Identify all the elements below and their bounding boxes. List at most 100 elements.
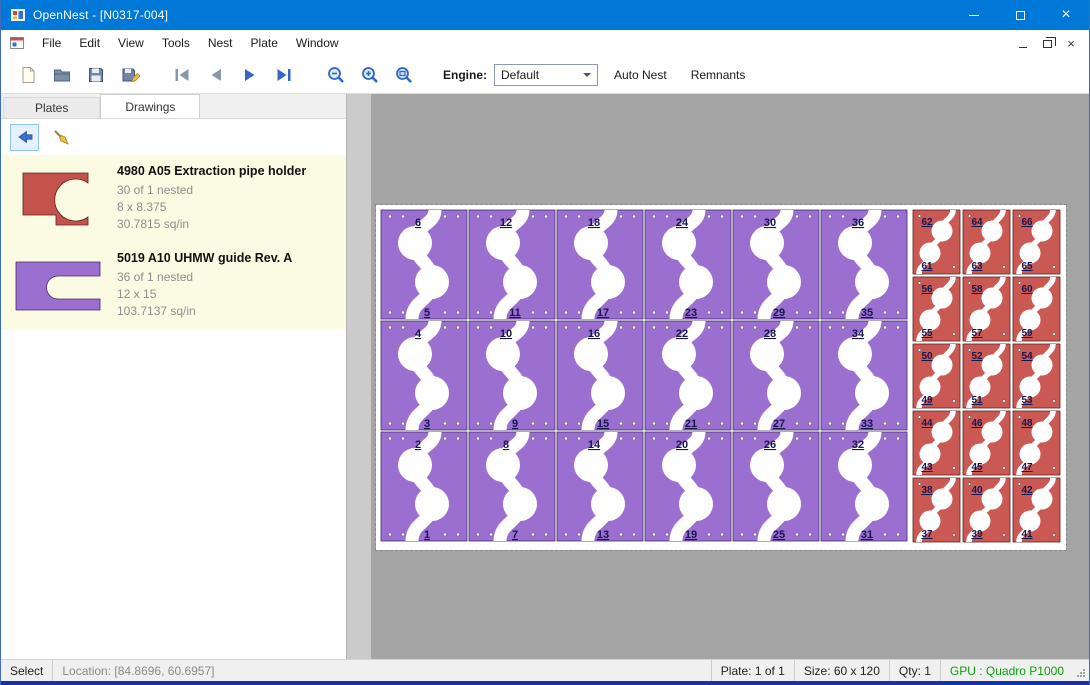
clear-drawings-button[interactable]	[46, 124, 75, 151]
nest-part-pair-red[interactable]: 42 41	[1013, 478, 1060, 542]
svg-text:11: 11	[509, 307, 521, 319]
return-part-button[interactable]	[10, 124, 39, 151]
nest-part-pair-purple[interactable]: 2827	[733, 321, 819, 430]
svg-text:42: 42	[1021, 485, 1033, 496]
list-item-part[interactable]: 5019 A10 UHMW guide Rev. A 36 of 1 neste…	[1, 242, 346, 329]
tab-drawings[interactable]: Drawings	[100, 94, 200, 118]
zoom-fit-button[interactable]	[389, 60, 419, 90]
part-list: 4980 A05 Extraction pipe holder 30 of 1 …	[1, 155, 346, 329]
close-button[interactable]: ×	[1043, 0, 1089, 30]
new-button[interactable]	[13, 60, 43, 90]
svg-text:55: 55	[921, 328, 933, 339]
svg-text:41: 41	[1021, 529, 1033, 540]
menu-tools[interactable]: Tools	[153, 31, 199, 55]
save-button[interactable]	[81, 60, 111, 90]
mdi-restore-button[interactable]	[1037, 34, 1057, 52]
svg-text:5: 5	[424, 307, 430, 319]
first-plate-button[interactable]	[167, 60, 197, 90]
nest-part-pair-purple[interactable]: 1211	[469, 210, 555, 319]
svg-text:57: 57	[971, 328, 983, 339]
nest-part-pair-purple[interactable]: 2625	[733, 432, 819, 541]
resize-grip[interactable]	[1073, 660, 1089, 681]
menu-edit[interactable]: Edit	[70, 31, 109, 55]
svg-text:48: 48	[1021, 418, 1033, 429]
menu-file[interactable]: File	[33, 31, 70, 55]
nest-part-pair-purple[interactable]: 1413	[557, 432, 643, 541]
menu-plate[interactable]: Plate	[242, 31, 287, 55]
nest-part-pair-red[interactable]: 4443	[913, 411, 960, 475]
nest-part-pair-red[interactable]: 6665	[1013, 210, 1060, 274]
list-item-part[interactable]: 4980 A05 Extraction pipe holder 30 of 1 …	[1, 155, 346, 242]
svg-text:52: 52	[971, 351, 983, 362]
nest-part-pair-red[interactable]: 3837	[913, 478, 960, 542]
menu-nest[interactable]: Nest	[199, 31, 242, 55]
part-thumbnail	[7, 257, 109, 315]
plate[interactable]: 6512111817242330293635431091615222128273…	[376, 205, 1066, 550]
part-area: 103.7137 sq/in	[117, 303, 292, 320]
nest-part-pair-purple[interactable]: 3635	[821, 210, 907, 319]
svg-text:15: 15	[597, 418, 609, 430]
part-nested-count: 36 of 1 nested	[117, 269, 292, 286]
nest-part-pair-purple[interactable]: 2221	[645, 321, 731, 430]
menubar: File Edit View Tools Nest Plate Window ×	[1, 30, 1089, 56]
remnants-button[interactable]: Remnants	[683, 62, 754, 88]
next-plate-button[interactable]	[235, 60, 265, 90]
nest-part-pair-red[interactable]: 4847	[1013, 411, 1060, 475]
part-size: 8 x 8.375	[117, 199, 306, 216]
nest-part-pair-red[interactable]: 56 55	[913, 277, 960, 341]
nest-part-pair-purple[interactable]: 3029	[733, 210, 819, 319]
svg-text:62: 62	[921, 217, 933, 228]
minimize-button[interactable]	[951, 0, 997, 30]
svg-text:39: 39	[971, 529, 983, 540]
svg-text:19: 19	[685, 529, 697, 541]
zoom-out-button[interactable]	[321, 60, 351, 90]
menu-view[interactable]: View	[109, 31, 153, 55]
nest-part-pair-red[interactable]: 6059	[1013, 277, 1060, 341]
nest-part-pair-purple[interactable]: 1817	[557, 210, 643, 319]
nest-part-pair-red[interactable]: 4039	[963, 478, 1010, 542]
nest-part-pair-purple[interactable]: 3231	[821, 432, 907, 541]
nest-part-pair-red[interactable]: 4645	[963, 411, 1010, 475]
nest-part-pair-red[interactable]: 6463	[963, 210, 1010, 274]
status-mode: Select	[1, 660, 52, 681]
svg-text:64: 64	[971, 217, 983, 228]
maximize-button[interactable]	[997, 0, 1043, 30]
engine-select[interactable]: Default	[494, 64, 598, 86]
window-title: OpenNest - [N0317-004]	[33, 8, 168, 22]
nest-part-pair-purple[interactable]: 2423	[645, 210, 731, 319]
svg-text:45: 45	[971, 462, 983, 473]
statusbar: Select Location: [84.8696, 60.6957] Plat…	[1, 659, 1089, 681]
zoom-in-button[interactable]	[355, 60, 385, 90]
svg-text:27: 27	[773, 418, 785, 430]
splitter[interactable]	[347, 94, 371, 659]
svg-text:56: 56	[921, 284, 933, 295]
nest-part-pair-purple[interactable]: 65	[381, 210, 467, 319]
nest-canvas[interactable]: 6512111817242330293635431091615222128273…	[371, 94, 1089, 659]
nest-part-pair-purple[interactable]: 1615	[557, 321, 643, 430]
nest-part-pair-purple[interactable]: 21	[381, 432, 467, 541]
previous-plate-button[interactable]	[201, 60, 231, 90]
svg-text:54: 54	[1021, 351, 1033, 362]
menu-window[interactable]: Window	[287, 31, 348, 55]
last-plate-button[interactable]	[269, 60, 299, 90]
nest-part-pair-purple[interactable]: 2019	[645, 432, 731, 541]
nest-part-pair-red[interactable]: 5857	[963, 277, 1010, 341]
mdi-close-button[interactable]: ×	[1061, 34, 1081, 52]
nest-part-pair-purple[interactable]: 43	[381, 321, 467, 430]
window-controls: ×	[951, 0, 1089, 30]
nest-part-pair-red[interactable]: 5251	[963, 344, 1010, 408]
nest-part-pair-purple[interactable]: 87	[469, 432, 555, 541]
nest-part-pair-purple[interactable]: 3433	[821, 321, 907, 430]
nest-part-pair-red[interactable]: 5049	[913, 344, 960, 408]
nest-part-pair-red[interactable]: 5453	[1013, 344, 1060, 408]
mdi-minimize-button[interactable]	[1013, 34, 1033, 52]
save-as-button[interactable]	[115, 60, 145, 90]
svg-text:59: 59	[1021, 328, 1033, 339]
nest-part-pair-purple[interactable]: 109	[469, 321, 555, 430]
nest-part-pair-red[interactable]: 6261	[913, 210, 960, 274]
open-button[interactable]	[47, 60, 77, 90]
auto-nest-button[interactable]: Auto Nest	[606, 62, 675, 88]
tab-plates[interactable]: Plates	[3, 97, 100, 118]
nested-parts-drawing[interactable]: 6512111817242330293635431091615222128273…	[376, 205, 1066, 550]
svg-text:65: 65	[1021, 261, 1033, 272]
